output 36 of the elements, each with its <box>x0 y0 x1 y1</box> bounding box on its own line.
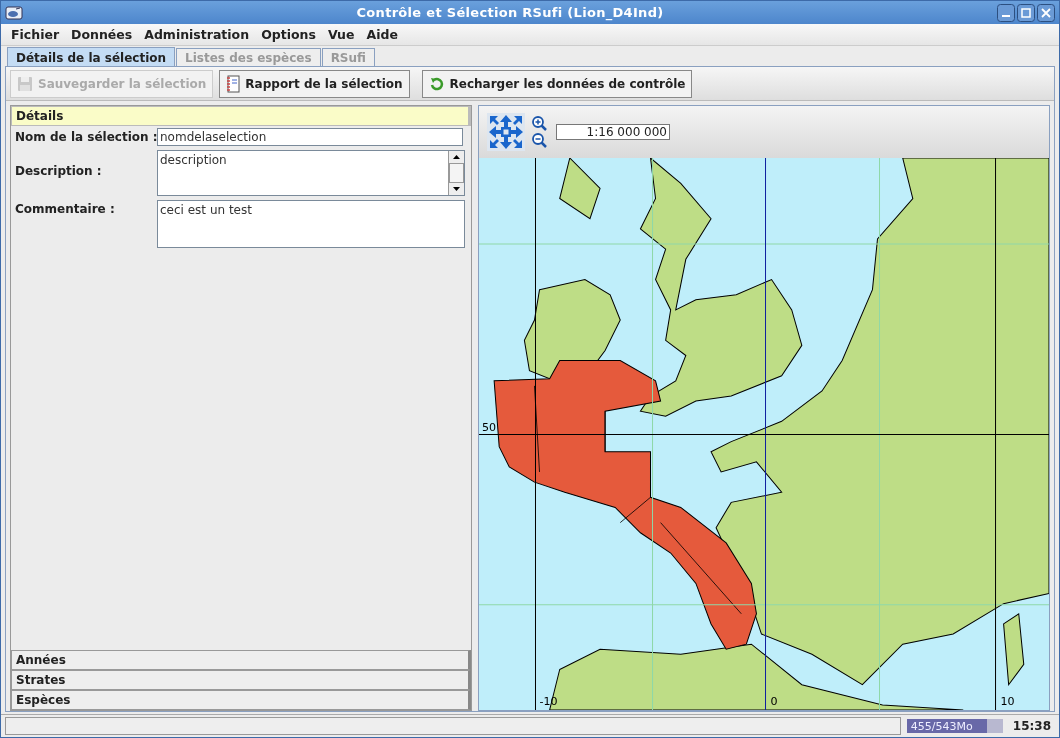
field-label: Commentaire : <box>15 201 116 216</box>
description-text-area[interactable]: description <box>157 150 465 196</box>
longitude-label: 0 <box>770 694 778 708</box>
reload-icon <box>428 75 445 92</box>
latitude-label: 50 <box>482 421 497 435</box>
toolbar-button[interactable]: Recharger les données de contrôle <box>421 69 693 98</box>
scale-field[interactable]: 1:16 000 000 <box>556 124 670 140</box>
menu-item[interactable]: Options <box>255 27 322 42</box>
section-header[interactable]: Années <box>11 650 471 670</box>
zoom-out-icon[interactable] <box>531 132 548 149</box>
scrollbar[interactable] <box>448 151 464 195</box>
clock-time: 15:38 <box>1011 719 1052 733</box>
window-title: Contrôle et Sélection RSufi (Lion_D4Ind) <box>355 5 665 20</box>
menu-item[interactable]: Fichier <box>5 27 66 42</box>
section-header[interactable]: Espèces <box>11 690 471 710</box>
menu-item[interactable]: Aide <box>360 27 404 42</box>
toolbar-button[interactable]: Rapport de la sélection <box>219 69 410 98</box>
field-label: Nom de la sélection : <box>15 129 157 144</box>
longitude-label: 10 <box>1000 694 1015 708</box>
maximize-button[interactable] <box>1017 3 1035 22</box>
zoom-in-icon[interactable] <box>531 115 548 132</box>
section-header[interactable]: Strates <box>11 670 471 690</box>
field-label: Description : <box>15 163 103 178</box>
section-header[interactable]: Détails <box>11 106 471 126</box>
app-icon <box>5 4 23 21</box>
name-input-field[interactable]: nomdelaselection <box>157 128 463 146</box>
close-button[interactable] <box>1037 3 1055 22</box>
menu-item[interactable]: Administration <box>138 27 256 42</box>
notebook-icon <box>226 74 241 93</box>
tab[interactable]: Détails de la sélection <box>7 47 176 66</box>
menu-item[interactable]: Vue <box>321 27 361 42</box>
minimize-button[interactable] <box>997 3 1015 22</box>
memory-bar: 455/543Mo <box>906 719 1003 733</box>
pan-arrows-icon[interactable] <box>487 113 525 151</box>
menu-item[interactable]: Données <box>65 27 139 42</box>
comment-text-area[interactable]: ceci est un test <box>157 200 465 248</box>
